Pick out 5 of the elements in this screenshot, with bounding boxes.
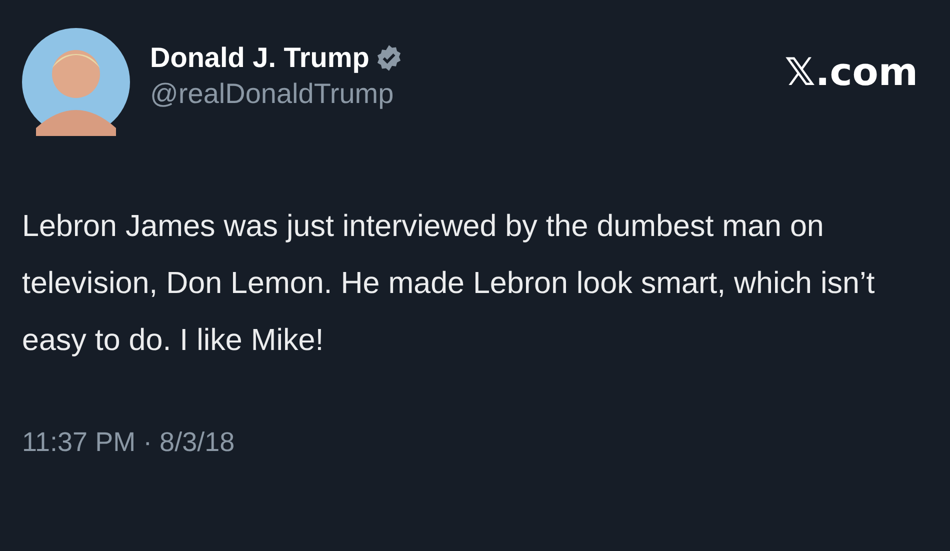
post-timestamp: 11:37 PM · 8/3/18 [22,427,235,458]
author-handle[interactable]: @realDonaldTrump [150,78,404,110]
post-text: Lebron James was just interviewed by the dumbest man on television, Don Lemon. He made Lebron look smart, which isn’t easy to do. I like Mike! [22,208,876,359]
site-label: 𝕏.com [784,50,918,94]
author-name[interactable]: Donald J. Trump [150,42,370,74]
